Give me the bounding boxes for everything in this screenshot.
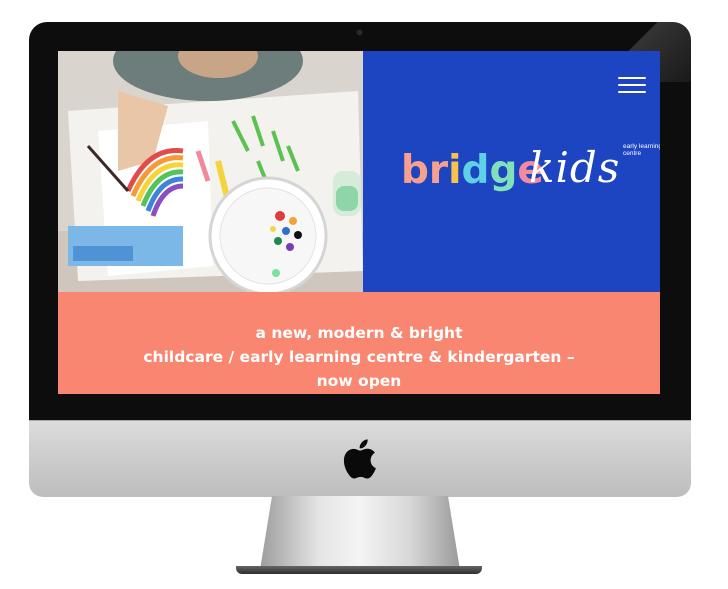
brand-letter: g (489, 148, 518, 193)
menu-line (618, 91, 646, 93)
menu-line (618, 77, 646, 79)
brand-wordmark: bridge (401, 147, 544, 195)
tagline-banner: a new, modern & bright childcare / early… (58, 292, 660, 394)
brand-subtitle: early learning centre (623, 143, 660, 157)
hamburger-menu-icon[interactable] (618, 75, 646, 95)
website-screen: bridge kids early learning centre a new,… (58, 51, 660, 394)
apple-logo-icon (343, 439, 376, 479)
brand-letter: b (401, 148, 429, 193)
camera-icon (357, 30, 362, 35)
imac-stand-foot (236, 566, 482, 574)
tagline-line-2: childcare / early learning centre & kind… (143, 348, 575, 366)
menu-line (618, 84, 646, 86)
brand-letter: d (461, 148, 490, 193)
hero-image (58, 51, 363, 292)
tagline-line-1: a new, modern & bright (255, 324, 463, 342)
imac-chin (29, 420, 691, 497)
brand-panel: bridge kids early learning centre (363, 51, 660, 292)
brand-letter: r (428, 148, 449, 193)
brand-script: kids (529, 143, 621, 192)
imac-stand (260, 496, 460, 570)
tagline: a new, modern & bright childcare / early… (58, 321, 660, 393)
brand-logo[interactable]: bridge kids early learning centre (401, 143, 660, 197)
brand-letter: i (448, 148, 462, 193)
tagline-line-3: now open (316, 372, 402, 390)
